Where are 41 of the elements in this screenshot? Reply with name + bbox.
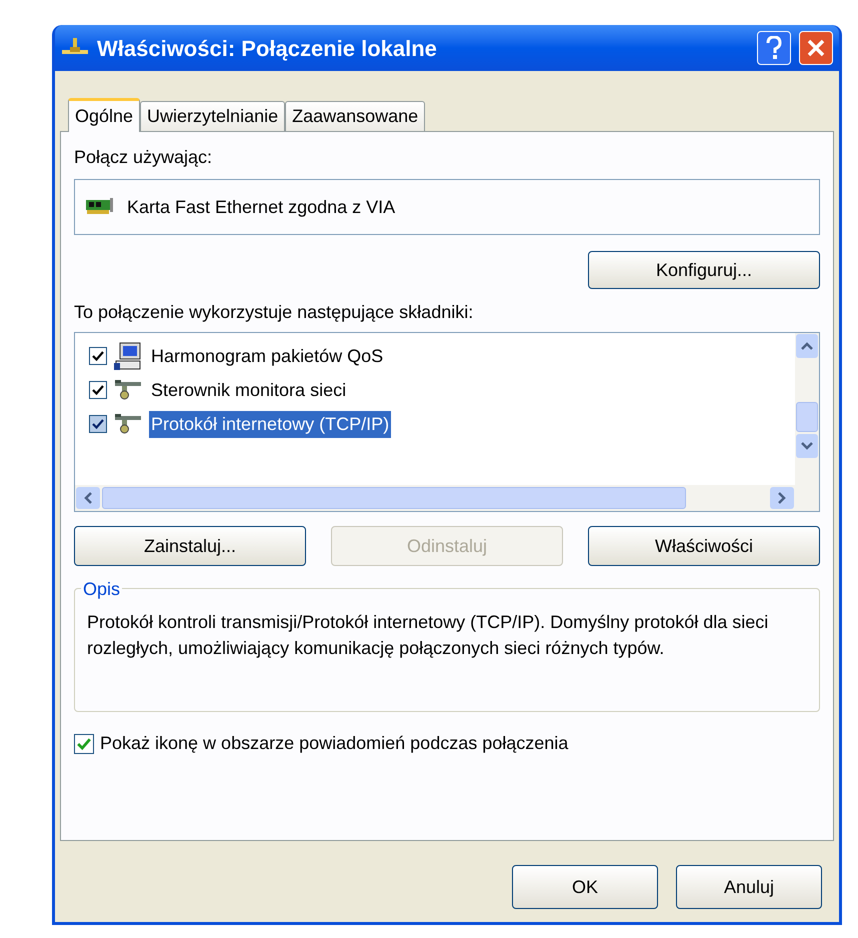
scroll-left-button[interactable]	[76, 487, 100, 509]
network-component-icon	[113, 379, 143, 401]
dialog-button[interactable]: OK	[512, 865, 658, 909]
tab[interactable]: Uwierzytelnianie	[140, 101, 286, 131]
checkbox[interactable]	[89, 381, 107, 399]
configure-button[interactable]: Konfiguruj...	[588, 251, 820, 289]
chevron-left-icon	[84, 492, 92, 504]
help-button[interactable]	[757, 31, 791, 65]
dialog-button[interactable]: Anuluj	[676, 865, 822, 909]
component-item[interactable]: Harmonogram pakietów QoS	[149, 342, 386, 370]
component-item[interactable]: Protokół internetowy (TCP/IP)	[149, 410, 392, 438]
tab[interactable]: Ogólne	[68, 98, 140, 132]
connect-using-label: Połącz używając:	[74, 146, 214, 169]
help-icon	[766, 36, 782, 60]
description-text: Protokół kontroli transmisji/Protokół internetowy (TCP/IP). Domyślny protokół dla sieci rozległych, umożliwiający komunikację połączonych sieci różnych typów.	[87, 611, 770, 660]
window-title: Właściwości: Połączenie lokalne	[97, 34, 438, 63]
chevron-up-icon	[801, 342, 813, 350]
components-label: To połączenie wykorzystuje następujące składniki:	[74, 301, 474, 324]
checkbox[interactable]	[89, 415, 107, 433]
close-button[interactable]	[799, 31, 833, 65]
scroll-thumb[interactable]	[796, 402, 818, 432]
network-component-icon	[113, 413, 143, 435]
network-card-icon	[85, 198, 115, 216]
scroll-right-button[interactable]	[770, 487, 794, 509]
show-icon-label: Pokaż ikonę w obszarze powiadomień podczas połączenia	[100, 732, 568, 755]
scroll-thumb[interactable]	[102, 487, 686, 509]
adapter-name: Karta Fast Ethernet zgodna z VIA	[127, 196, 396, 219]
tab[interactable]: Zaawansowane	[285, 101, 426, 131]
checkbox[interactable]	[74, 734, 94, 754]
component-item[interactable]: Sterownik monitora sieci	[149, 376, 348, 404]
scroll-up-button[interactable]	[796, 334, 818, 358]
horizontal-scrollbar[interactable]	[75, 485, 819, 511]
component-action-button[interactable]: Właściwości	[588, 526, 820, 566]
checkbox[interactable]	[89, 347, 107, 365]
vertical-scrollbar[interactable]	[795, 333, 819, 485]
component-action-button[interactable]: Zainstaluj...	[74, 526, 306, 566]
scroll-down-button[interactable]	[796, 434, 818, 458]
chevron-down-icon	[801, 442, 813, 450]
computer-icon	[113, 341, 143, 371]
chevron-right-icon	[778, 492, 786, 504]
close-icon	[806, 38, 826, 58]
